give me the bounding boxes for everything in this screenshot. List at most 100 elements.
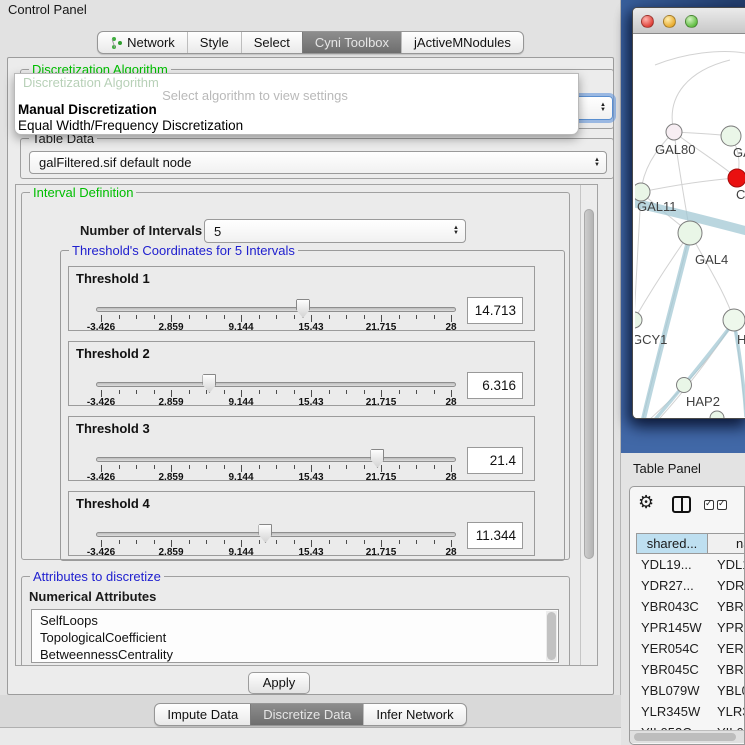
table-row[interactable]: YER054CYER0 xyxy=(636,638,745,659)
cell-shared-name[interactable]: YER054C xyxy=(636,641,708,656)
tab-network[interactable]: Network xyxy=(98,32,187,53)
table-row[interactable]: YBL079WYBL0 xyxy=(636,680,745,701)
threshold-slider[interactable]: -3.4262.8599.14415.4321.71528 xyxy=(69,524,536,557)
cell-name[interactable]: YDL1 xyxy=(708,557,745,572)
zoom-window-button[interactable] xyxy=(685,15,698,28)
minor-tick xyxy=(276,315,277,319)
minor-tick xyxy=(416,540,417,544)
table-row[interactable]: YDR27...YDR2 xyxy=(636,575,745,596)
tab-select[interactable]: Select xyxy=(241,32,302,53)
cell-shared-name[interactable]: YDR27... xyxy=(636,578,708,593)
tab-jactivemnodules[interactable]: jActiveMNodules xyxy=(401,32,523,53)
checkbox-icon[interactable] xyxy=(717,500,727,510)
network-window[interactable]: GAL80GACGAL11GAL4GCY1HHAP2 xyxy=(632,7,745,419)
network-node-gal4[interactable] xyxy=(678,221,702,245)
table-row[interactable]: YPR145WYPR1 xyxy=(636,617,745,638)
cell-shared-name[interactable]: YBR043C xyxy=(636,599,708,614)
numerical-attributes-list[interactable]: SelfLoopsTopologicalCoefficientBetweenne… xyxy=(31,609,559,663)
cell-name[interactable]: YBL0 xyxy=(708,683,745,698)
cell-name[interactable]: YDR2 xyxy=(708,578,745,593)
algorithm-option-manual-discretization[interactable]: Manual Discretization xyxy=(18,102,157,117)
network-node[interactable] xyxy=(728,169,745,187)
interval-definition-group: Interval Definition Number of Intervals … xyxy=(21,192,570,560)
table-row[interactable]: YBR045CYBR0 xyxy=(636,659,745,680)
cell-shared-name[interactable]: YBR045C xyxy=(636,662,708,677)
threshold-value-field[interactable]: 14.713 xyxy=(467,297,523,324)
table-horizontal-scrollbar[interactable] xyxy=(630,730,745,743)
scrollbar-thumb[interactable] xyxy=(584,209,594,559)
slider-rail[interactable] xyxy=(96,532,456,537)
cell-shared-name[interactable]: YDL19... xyxy=(636,557,708,572)
network-node-gal80[interactable] xyxy=(666,124,682,140)
table-row[interactable]: YBR043CYBR0 xyxy=(636,596,745,617)
slider-handle[interactable] xyxy=(258,524,272,543)
minor-tick xyxy=(434,390,435,394)
attribute-item-topologicalcoefficient[interactable]: TopologicalCoefficient xyxy=(32,629,558,646)
minor-tick xyxy=(276,390,277,394)
num-intervals-combo[interactable]: 5 ▲▼ xyxy=(204,219,466,243)
network-node[interactable] xyxy=(710,411,724,419)
top-tab-strip: NetworkStyleSelectCyni ToolboxjActiveMNo… xyxy=(97,31,524,54)
threshold-value-field[interactable]: 11.344 xyxy=(467,522,523,549)
minimize-window-button[interactable] xyxy=(663,15,676,28)
threshold-slider[interactable]: -3.4262.8599.14415.4321.71528 xyxy=(69,449,536,482)
slider-rail[interactable] xyxy=(96,457,456,462)
network-node-h[interactable] xyxy=(723,309,745,331)
slider-handle[interactable] xyxy=(296,299,310,318)
combo-spinner-icon[interactable]: ▲▼ xyxy=(600,103,606,113)
cell-name[interactable]: YLR3 xyxy=(708,704,745,719)
network-window-titlebar[interactable] xyxy=(633,8,745,34)
major-tick xyxy=(381,390,382,397)
table-row[interactable]: YLR345WYLR3 xyxy=(636,701,745,722)
cell-name[interactable]: YBR0 xyxy=(708,662,745,677)
tab-cyni-toolbox[interactable]: Cyni Toolbox xyxy=(302,32,401,53)
gear-icon[interactable]: ⚙ xyxy=(638,492,654,513)
apply-button[interactable]: Apply xyxy=(248,672,310,694)
cell-name[interactable]: YER0 xyxy=(708,641,745,656)
threshold-value-field[interactable]: 21.4 xyxy=(467,447,523,474)
column-header-shared-name[interactable]: shared... xyxy=(636,533,708,554)
slider-rail[interactable] xyxy=(96,307,456,312)
threshold-slider[interactable]: -3.4262.8599.14415.4321.71528 xyxy=(69,374,536,407)
slider-handle[interactable] xyxy=(370,449,384,468)
algorithm-option-equal-width-frequency-discretization[interactable]: Equal Width/Frequency Discretization xyxy=(18,118,243,133)
settings-vertical-scrollbar[interactable] xyxy=(580,185,597,665)
network-node[interactable] xyxy=(721,126,741,146)
attribute-item-betweennesscentrality[interactable]: BetweennessCentrality xyxy=(32,646,558,663)
tick-label: 21.715 xyxy=(366,397,397,408)
cell-name[interactable]: YBR0 xyxy=(708,599,745,614)
network-node-hap2[interactable] xyxy=(677,378,692,393)
combo-spinner-icon[interactable]: ▲▼ xyxy=(594,158,600,168)
threshold-value-field[interactable]: 6.316 xyxy=(467,372,523,399)
slider-rail[interactable] xyxy=(96,382,456,387)
attribute-item-selfloops[interactable]: SelfLoops xyxy=(32,612,558,629)
table-row[interactable]: YDL19...YDL1 xyxy=(636,554,745,575)
tab-style[interactable]: Style xyxy=(187,32,241,53)
checkbox-icon[interactable] xyxy=(704,500,714,510)
column-header-name[interactable]: na xyxy=(708,533,745,554)
tick-label: 15.43 xyxy=(298,397,323,408)
network-canvas[interactable]: GAL80GACGAL11GAL4GCY1HHAP2 xyxy=(635,35,745,419)
attributes-list-scrollbar[interactable] xyxy=(546,611,557,661)
tab-discretize-data[interactable]: Discretize Data xyxy=(250,704,363,725)
cell-name[interactable]: YPR1 xyxy=(708,620,745,635)
scrollbar-thumb[interactable] xyxy=(634,733,736,741)
algorithm-placeholder-option: Select algorithm to view settings xyxy=(15,88,495,103)
minor-tick xyxy=(276,540,277,544)
cell-shared-name[interactable]: YBL079W xyxy=(636,683,708,698)
threshold-slider[interactable]: -3.4262.8599.14415.4321.71528 xyxy=(69,299,536,332)
tab-infer-network[interactable]: Infer Network xyxy=(363,704,465,725)
minor-tick xyxy=(224,390,225,394)
close-window-button[interactable] xyxy=(641,15,654,28)
cell-shared-name[interactable]: YLR345W xyxy=(636,704,708,719)
tab-impute-data[interactable]: Impute Data xyxy=(155,704,250,725)
slider-handle[interactable] xyxy=(202,374,216,393)
major-tick xyxy=(241,390,242,397)
tab-label: Discretize Data xyxy=(263,707,351,722)
combo-spinner-icon[interactable]: ▲▼ xyxy=(453,226,459,236)
split-view-icon[interactable] xyxy=(672,496,691,513)
scrollbar-thumb[interactable] xyxy=(547,612,556,660)
cell-shared-name[interactable]: YPR145W xyxy=(636,620,708,635)
network-node-gcy1[interactable] xyxy=(635,312,642,328)
table-data-combo[interactable]: galFiltered.sif default node ▲▼ xyxy=(29,151,607,174)
